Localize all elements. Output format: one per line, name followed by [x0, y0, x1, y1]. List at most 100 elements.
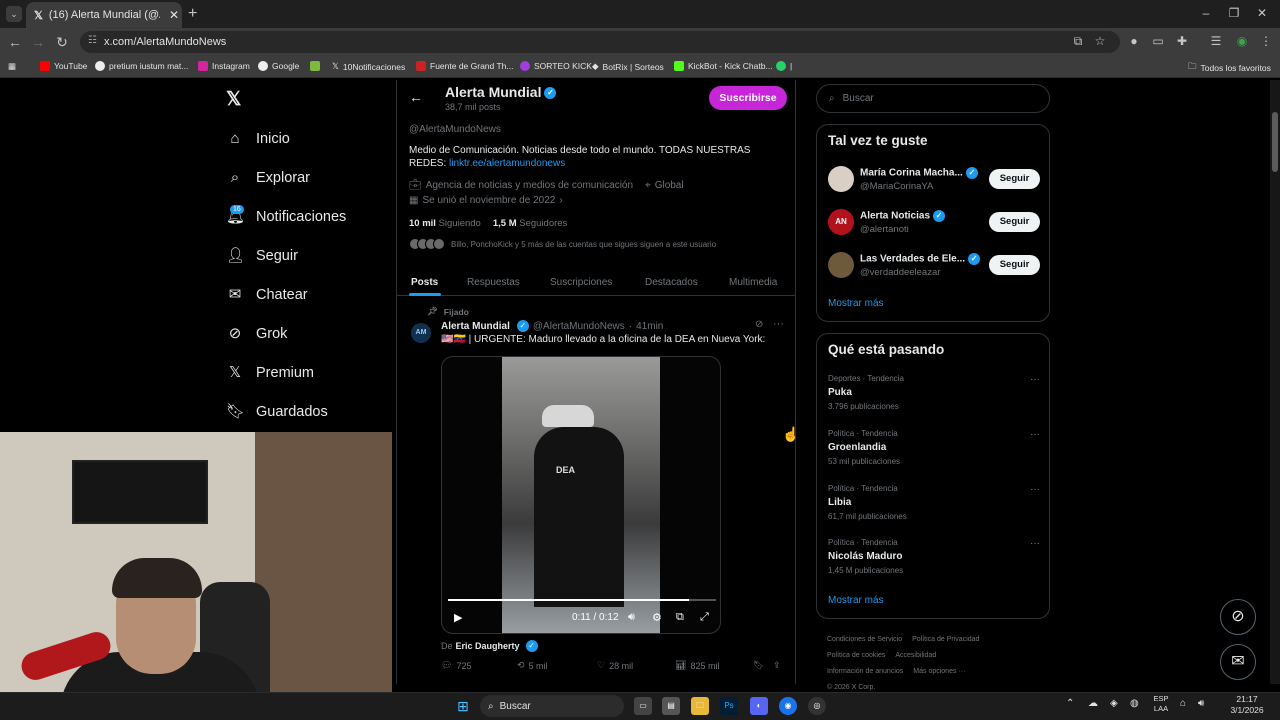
all-bookmarks[interactable]: 🗀 Todos los favoritos: [1188, 61, 1271, 75]
nav-item-chatear[interactable]: ✉ Chatear: [226, 286, 308, 304]
suggestion-item[interactable]: Las Verdades de Ele... ✓ @verdaddeeleazar…: [828, 251, 1040, 281]
tray-app-icon[interactable]: ☁: [1088, 698, 1098, 709]
footer-ads-info[interactable]: Información de anuncios: [827, 668, 903, 675]
tray-app-icon-3[interactable]: ◍: [1130, 698, 1139, 709]
tweet-author[interactable]: Alerta Mundial: [441, 321, 510, 332]
bookmark-youtube[interactable]: YouTube: [40, 61, 87, 71]
profile-avatar[interactable]: ◉: [1234, 34, 1250, 48]
minimize-button[interactable]: –: [1196, 6, 1216, 20]
grok-fab-icon[interactable]: ⊘: [1220, 599, 1256, 635]
volume-icon[interactable]: 🔊︎: [628, 611, 635, 624]
share-button[interactable]: ⇪: [773, 660, 781, 671]
followed-by[interactable]: Billo, PonchoKick y 5 más de las cuentas…: [409, 238, 716, 250]
tab-respuestas[interactable]: Respuestas: [467, 277, 520, 288]
nav-item-guardados[interactable]: 🔖︎ Guardados: [226, 403, 328, 421]
bookmark-botrix[interactable]: ◆ BotRix | Sorteos: [592, 61, 664, 72]
bookmark-whatsapp[interactable]: |: [776, 61, 792, 71]
footer-more-options[interactable]: Más opciones ···: [913, 668, 965, 675]
back-button[interactable]: ←: [7, 34, 23, 50]
reload-button[interactable]: ↻: [54, 34, 70, 51]
tray-overflow-icon[interactable]: ⌃: [1066, 698, 1074, 709]
footer-privacy[interactable]: Política de Privacidad: [912, 636, 979, 643]
language-indicator[interactable]: ESP LAA: [1150, 694, 1172, 714]
settings-gear-icon[interactable]: ⚙: [652, 611, 662, 624]
show-more-suggestions-link[interactable]: Mostrar más: [828, 298, 884, 309]
trend-item[interactable]: Política · Tendencia Groenlandia 53 mil …: [828, 429, 1040, 469]
x-home-logo[interactable]: 𝕏: [226, 88, 241, 111]
close-window-button[interactable]: ✕: [1252, 6, 1272, 20]
tab-close-icon[interactable]: ✕: [166, 8, 182, 22]
bookmark-instagram[interactable]: Instagram: [198, 61, 250, 71]
bookmark-google[interactable]: Google: [258, 61, 299, 71]
nav-item-notificaciones[interactable]: 🔔︎ Notificaciones: [226, 208, 346, 226]
nav-item-explorar[interactable]: ⌕ Explorar: [226, 169, 310, 187]
more-options-icon[interactable]: ···: [1030, 374, 1040, 385]
trend-item[interactable]: Política · Tendencia Libia 61,7 mil publ…: [828, 484, 1040, 524]
new-tab-button[interactable]: +: [188, 5, 197, 23]
repost-button[interactable]: ⟲ 5 mil: [517, 660, 548, 671]
footer-terms[interactable]: Condiciones de Servicio: [827, 636, 902, 643]
file-explorer-icon[interactable]: 🗀: [691, 697, 709, 715]
extension-icon[interactable]: ●: [1126, 34, 1142, 48]
footer-cookies[interactable]: Política de cookies: [827, 652, 885, 659]
nav-item-seguir[interactable]: 👤︎ Seguir: [226, 247, 298, 265]
following-link[interactable]: 10 mil Siguiendo: [409, 218, 481, 229]
chrome-icon[interactable]: ◉: [779, 697, 797, 715]
forward-button[interactable]: →: [30, 34, 46, 50]
followers-link[interactable]: 1,5 M Seguidores: [493, 218, 567, 229]
bookmark-pretium[interactable]: pretium iustum mat...: [95, 61, 188, 71]
browser-menu-icon[interactable]: ⋮: [1258, 34, 1274, 48]
footer-accessibility[interactable]: Accesibilidad: [895, 652, 936, 659]
more-options-icon[interactable]: ···: [773, 318, 784, 330]
network-icon[interactable]: ⌂: [1180, 698, 1186, 709]
bookmark-kickbot[interactable]: KickBot - Kick Chatb...: [674, 61, 773, 71]
taskbar-clock[interactable]: 21:17 3/1/2026: [1218, 694, 1276, 716]
suggestion-item[interactable]: María Corina Macha... ✓ @MariaCorinaYA Se…: [828, 165, 1040, 195]
tab-posts[interactable]: Posts: [411, 277, 438, 288]
discord-icon[interactable]: ◐: [750, 697, 768, 715]
restore-button[interactable]: ❐: [1224, 6, 1244, 20]
nav-item-inicio[interactable]: ⌂ Inicio: [226, 130, 289, 148]
back-arrow-icon[interactable]: ←: [409, 89, 423, 105]
profile-joined[interactable]: ▦ Se unió el noviembre de 2022 ›: [409, 195, 563, 206]
install-app-icon[interactable]: ⧉: [1070, 34, 1086, 49]
tweet-avatar[interactable]: AM: [411, 323, 431, 343]
more-options-icon[interactable]: ···: [1030, 538, 1040, 549]
bio-link[interactable]: linktr.ee/alertamundonews: [449, 158, 565, 169]
tray-app-icon-2[interactable]: ◈: [1110, 698, 1118, 709]
more-options-icon[interactable]: ···: [1030, 484, 1040, 495]
nav-item-grok[interactable]: ⊘ Grok: [226, 325, 288, 343]
tweet-video[interactable]: DEA ▶ 0:11 / 0:12 🔊︎ ⚙ ⧉ ⤢: [441, 356, 721, 634]
bookmark-tweet-button[interactable]: 🔖︎: [753, 660, 764, 671]
follow-button[interactable]: Seguir: [989, 212, 1040, 232]
video-source-author[interactable]: Eric Daugherty: [456, 641, 520, 651]
messages-fab-icon[interactable]: ✉: [1220, 644, 1256, 680]
bookmark-star-icon[interactable]: ☆: [1092, 34, 1108, 48]
tab-multimedia[interactable]: Multimedia: [729, 277, 777, 288]
bookmark-sorteo-kick[interactable]: SORTEO KICK: [520, 61, 592, 71]
tab-search-button[interactable]: ⌄: [6, 6, 22, 22]
extensions-puzzle-icon[interactable]: ✚: [1174, 34, 1190, 48]
bookmark-10notificaciones[interactable]: 𝕏 10Notificaciones: [332, 61, 405, 72]
tweet-time[interactable]: 41min: [636, 321, 663, 332]
tab-suscripciones[interactable]: Suscripciones: [550, 277, 612, 288]
reading-list-icon[interactable]: ☰: [1208, 34, 1224, 48]
nav-item-premium[interactable]: 𝕏 Premium: [226, 364, 314, 382]
more-options-icon[interactable]: ···: [1030, 429, 1040, 440]
site-info-icon[interactable]: ☷: [88, 35, 97, 46]
like-button[interactable]: ♡ 28 mil: [597, 660, 633, 671]
trend-item[interactable]: Deportes · Tendencia Puka 3.796 publicac…: [828, 374, 1040, 414]
tab-destacados[interactable]: Destacados: [645, 277, 698, 288]
volume-icon[interactable]: 🔊︎: [1198, 698, 1204, 709]
fullscreen-icon[interactable]: ⤢: [700, 611, 709, 624]
task-view-icon[interactable]: ▭: [634, 697, 652, 715]
tweet-handle[interactable]: @AlertaMundoNews: [533, 321, 625, 332]
follow-button[interactable]: Seguir: [989, 255, 1040, 275]
grok-explain-icon[interactable]: ⊘: [755, 319, 763, 330]
bookmark-colorful[interactable]: [310, 61, 320, 71]
views-button[interactable]: 📊︎ 825 mil: [675, 660, 719, 671]
search-input[interactable]: ⌕ Buscar: [816, 84, 1050, 113]
play-icon[interactable]: ▶: [454, 611, 462, 624]
reply-button[interactable]: 💬︎ 725: [441, 660, 471, 671]
subscribe-button[interactable]: Suscribirse: [709, 86, 787, 110]
